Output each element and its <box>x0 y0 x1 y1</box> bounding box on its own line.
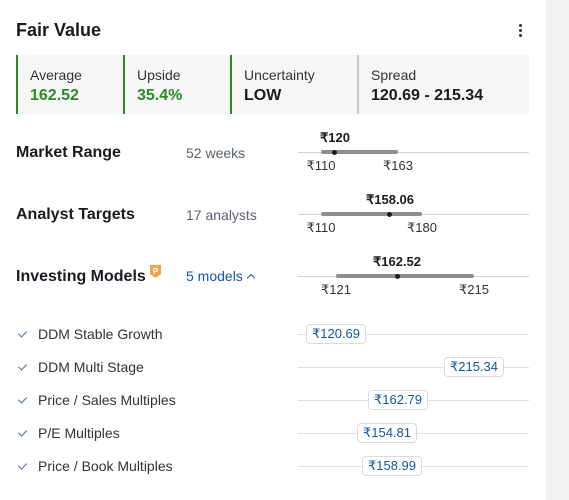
model-value-chip[interactable]: ₹158.99 <box>361 456 423 476</box>
model-name: Price / Sales Multiples <box>38 392 176 408</box>
analyst-count: 17 analysts <box>186 207 257 223</box>
model-name: DDM Multi Stage <box>38 359 144 375</box>
analyst-targets-low: ₹110 <box>306 220 336 235</box>
pro-badge-icon: P <box>150 265 161 278</box>
metric-value: 35.4% <box>137 87 183 104</box>
models-count: 5 models <box>186 268 243 284</box>
model-value-chip[interactable]: ₹120.69 <box>305 324 367 344</box>
check-icon[interactable] <box>17 361 29 373</box>
model-name: Price / Book Multiples <box>38 458 173 474</box>
investing-models-low: ₹121 <box>321 282 351 297</box>
metric-value: LOW <box>244 87 282 104</box>
models-toggle-button[interactable]: 5 models <box>186 268 256 284</box>
check-icon[interactable] <box>17 328 29 340</box>
analyst-targets-bar <box>321 212 422 216</box>
analyst-targets-marker <box>387 212 392 217</box>
check-icon[interactable] <box>17 427 29 439</box>
check-icon[interactable] <box>17 460 29 472</box>
metric-label: Spread <box>371 67 417 83</box>
kebab-menu-icon[interactable] <box>512 20 528 40</box>
market-range-current: ₹120 <box>320 130 350 145</box>
card-title: Fair Value <box>16 20 102 40</box>
check-icon[interactable] <box>17 394 29 406</box>
metric-value: 120.69 - 215.34 <box>371 87 484 104</box>
chevron-up-icon <box>246 273 256 282</box>
metric-label: Upside <box>137 67 181 83</box>
page-gutter <box>546 0 569 500</box>
model-value-chip[interactable]: ₹162.79 <box>367 390 429 410</box>
market-range-low: ₹110 <box>306 158 336 173</box>
metric-label: Average <box>30 67 82 83</box>
metric-upside: Upside 35.4% <box>123 55 230 114</box>
metric-value: 162.52 <box>30 87 79 104</box>
model-name: DDM Stable Growth <box>38 326 163 342</box>
investing-models-bar <box>336 274 474 278</box>
market-range-period: 52 weeks <box>186 145 246 161</box>
metric-uncertainty: Uncertainty LOW <box>230 55 357 114</box>
metric-spread: Spread 120.69 - 215.34 <box>357 55 529 114</box>
fair-value-card: Fair Value Average 162.52 Upside 35.4% U… <box>0 0 546 500</box>
market-range-label: Market Range <box>16 144 121 161</box>
market-range-high: ₹163 <box>383 158 413 173</box>
analyst-targets-high: ₹180 <box>407 220 437 235</box>
metric-average: Average 162.52 <box>16 55 123 114</box>
model-name: P/E Multiples <box>38 425 120 441</box>
investing-models-label: Investing Models <box>16 268 146 285</box>
investing-models-marker <box>395 274 400 279</box>
model-value-chip[interactable]: ₹154.81 <box>356 423 418 443</box>
market-range-marker <box>332 150 337 155</box>
analyst-targets-current: ₹158.06 <box>365 192 415 207</box>
model-value-chip[interactable]: ₹215.34 <box>443 357 505 377</box>
investing-models-current: ₹162.52 <box>372 254 422 269</box>
analyst-targets-label: Analyst Targets <box>16 206 135 223</box>
metric-label: Uncertainty <box>244 67 315 83</box>
investing-models-high: ₹215 <box>459 282 489 297</box>
